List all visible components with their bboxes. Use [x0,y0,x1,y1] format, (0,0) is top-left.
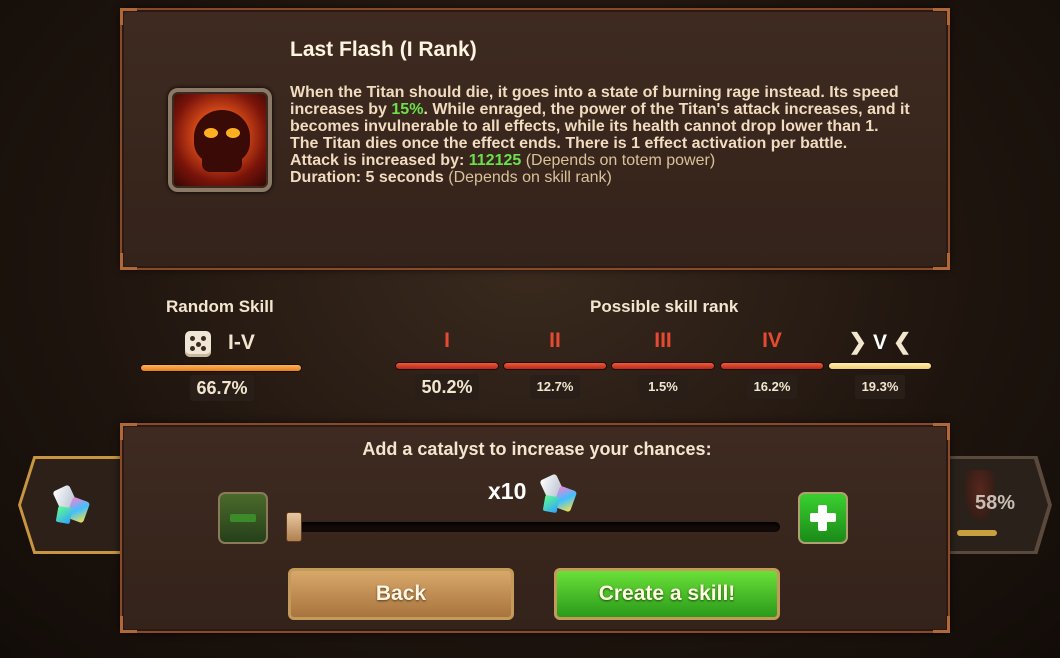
rank-percent-v: 19.3% [855,375,905,399]
rank-percent-ii: 12.7% [530,375,580,399]
rank-percent-i: 50.2% [415,374,479,400]
skill-effect-text: When the Titan should die, it goes into … [290,84,910,152]
rank-bar-i [395,362,499,370]
rank-bar-v [828,362,932,370]
skull-eye [204,128,218,138]
skull-shape [194,110,250,164]
minus-icon [230,514,256,522]
rank-label-iv: IV [762,329,782,352]
next-item-bar [957,530,997,536]
panel-corner [933,423,950,440]
duration-note: (Depends on skill rank) [443,169,612,186]
chevron-right-icon: ❯ [848,329,867,354]
skull-jaw [202,158,242,172]
create-skill-button[interactable]: Create a skill! [554,568,780,620]
duration-line: Duration: 5 seconds (Depends on skill ra… [290,169,910,186]
panel-corner [120,423,137,440]
panel-corner [120,616,137,633]
skill-title: Last Flash (I Rank) [290,38,477,61]
attack-label: Attack is increased by: [290,152,469,169]
attack-value: 112125 [468,152,522,169]
chevron-left-icon: ❮ [893,329,912,354]
attack-line: Attack is increased by: 112125 (Depends … [290,152,910,169]
panel-corner [933,8,950,25]
catalyst-slider-track[interactable] [288,522,780,532]
crystal-icon [51,483,91,527]
plus-icon-bar [818,505,827,531]
increase-catalyst-button[interactable] [798,492,848,544]
possible-rank-label: Possible skill rank [590,297,739,316]
skill-info-panel: Last Flash (I Rank) When the Titan shoul… [120,8,950,270]
panel-corner [933,253,950,270]
rank-label-iii: III [654,329,672,352]
rank-bar-iii [611,362,715,370]
crystal-icon [538,472,578,516]
rank-percent-iii: 1.5% [638,375,688,399]
panel-corner [120,253,137,270]
rank-percent-iv: 16.2% [747,375,797,399]
rank-label-i: I [444,329,450,352]
catalyst-slot[interactable] [21,459,125,551]
flaming-skull-icon [168,88,272,192]
catalyst-instruction: Add a catalyst to increase your chances: [362,439,712,459]
decrease-catalyst-button[interactable] [218,492,268,544]
random-skill-percent: 66.7% [190,375,254,401]
skill-description: When the Titan should die, it goes into … [290,84,910,186]
skull-eye [226,128,240,138]
random-skill-bar [140,364,302,372]
rank-bar-ii [503,362,607,370]
rank-label-v-selected: ❯ V ❮ [828,329,932,355]
catalyst-count: x10 [488,478,527,504]
rank-label-v: V [872,331,887,354]
catalyst-slider-handle[interactable] [286,512,302,542]
rank-label-ii: II [549,329,561,352]
panel-corner [933,616,950,633]
dice-icon [185,331,211,357]
duration-label: Duration: 5 seconds [290,169,444,186]
random-skill-label: Random Skill [166,297,274,316]
back-button[interactable]: Back [288,568,514,620]
panel-corner [120,8,137,25]
random-rank-range: I-V [228,331,255,354]
attack-note: (Depends on totem power) [521,152,716,169]
speed-percent: 15% [391,101,424,118]
next-item-percent: 58% [975,492,1016,514]
rank-bar-iv [720,362,824,370]
